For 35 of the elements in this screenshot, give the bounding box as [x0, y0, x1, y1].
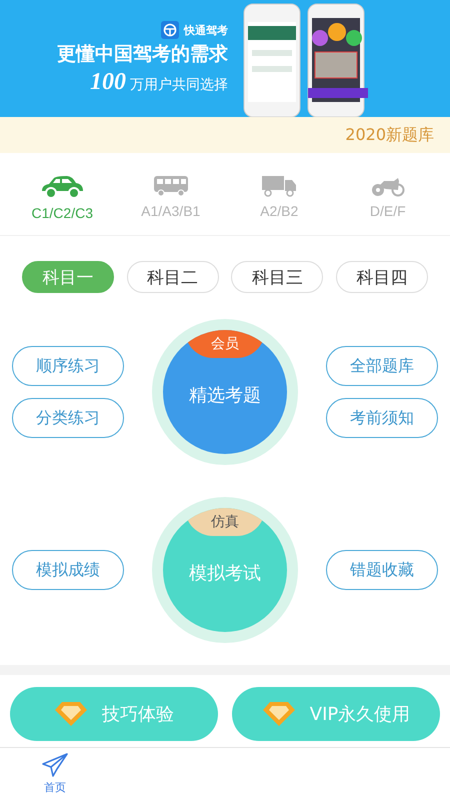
practice-button[interactable]: 顺序练习	[12, 346, 124, 386]
motorcycle-icon	[370, 175, 406, 197]
app-name: 快通驾考	[184, 22, 228, 38]
circle-button[interactable]: 会员 精选考题	[163, 330, 287, 454]
user-count: 100	[90, 69, 126, 96]
subject-tab[interactable]: 科目二	[126, 261, 219, 293]
feature-button[interactable]: 技巧体验	[10, 687, 218, 741]
paper-plane-icon	[42, 753, 68, 777]
license-type-tab[interactable]: A2/B2	[231, 175, 328, 221]
practice-button[interactable]: 考前须知	[326, 398, 438, 438]
truck-icon	[261, 175, 298, 197]
headline: 更懂中国驾考的需求	[57, 42, 228, 67]
circle-label: 精选考题	[189, 384, 261, 407]
circle-label: 模拟考试	[189, 562, 261, 585]
diamond-icon	[262, 701, 296, 727]
feature-button[interactable]: VIP永久使用	[232, 687, 440, 741]
bus-icon	[152, 175, 189, 197]
subject-tab[interactable]: 科目一	[22, 261, 114, 293]
circle-button[interactable]: 仿真 模拟考试	[163, 508, 287, 632]
practice-button[interactable]: 分类练习	[12, 398, 124, 438]
user-tagline: 万用户共同选择	[130, 76, 228, 94]
license-type-tab[interactable]: D/E/F	[340, 175, 436, 221]
practice-button[interactable]: 错题收藏	[326, 550, 438, 590]
notice-text[interactable]: 2020新题库	[345, 124, 434, 146]
tab-bar-item[interactable]: 首页	[0, 748, 110, 800]
diamond-icon	[54, 701, 88, 727]
practice-button[interactable]: 全部题库	[326, 346, 438, 386]
subject-tab[interactable]: 科目三	[231, 261, 324, 293]
license-type-tab[interactable]: A1/A3/B1	[122, 175, 219, 221]
subject-tab[interactable]: 科目四	[336, 261, 428, 293]
practice-button[interactable]: 模拟成绩	[12, 550, 124, 590]
steering-wheel-icon	[161, 21, 179, 39]
license-type-tab[interactable]: C1/C2/C3	[14, 175, 110, 221]
car-icon	[39, 175, 86, 199]
banner[interactable]: 快通驾考 更懂中国驾考的需求 100 万用户共同选择	[0, 0, 450, 117]
